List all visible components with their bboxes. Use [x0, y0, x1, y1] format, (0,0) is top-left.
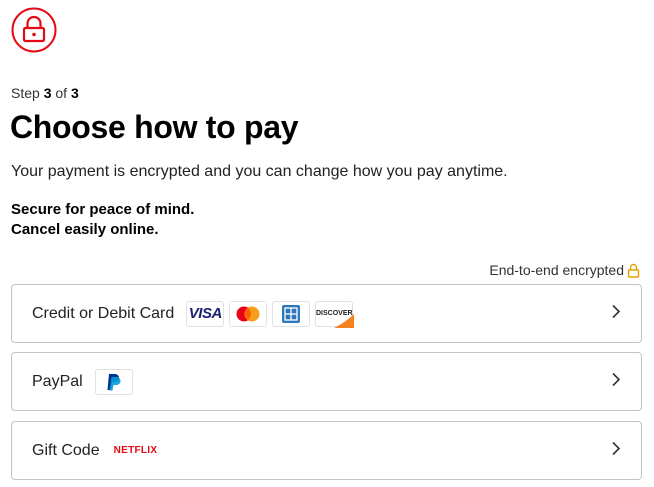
- discover-logo: DISCOVER: [315, 300, 355, 328]
- visa-logo: VISA: [186, 300, 225, 327]
- option-label: Gift Code: [32, 441, 100, 459]
- secure-message: Secure for peace of mind. Cancel easily …: [11, 200, 194, 240]
- page-title: Choose how to pay: [10, 109, 299, 145]
- option-label: Credit or Debit Card: [32, 304, 175, 322]
- encryption-note: End-to-end encrypted: [489, 262, 640, 278]
- chevron-right-icon: [611, 303, 621, 324]
- paypal-option[interactable]: PayPal: [11, 352, 642, 411]
- step-indicator: Step 3 of 3: [11, 85, 79, 101]
- netflix-logo: NETFLIX: [113, 445, 158, 456]
- encryption-label: End-to-end encrypted: [489, 262, 624, 278]
- mastercard-logo: [229, 300, 268, 327]
- option-label: PayPal: [32, 372, 83, 390]
- page-subtitle: Your payment is encrypted and you can ch…: [11, 163, 508, 180]
- padlock-icon: [627, 263, 640, 278]
- secure-line-2: Cancel easily online.: [11, 221, 159, 238]
- paypal-logo: [94, 368, 133, 395]
- amex-logo: [272, 300, 311, 327]
- gift-code-option[interactable]: Gift Code NETFLIX: [11, 421, 642, 480]
- chevron-right-icon: [611, 440, 621, 461]
- chevron-right-icon: [611, 371, 621, 392]
- secure-line-1: Secure for peace of mind.: [11, 201, 195, 218]
- credit-debit-card-option[interactable]: Credit or Debit Card VISA DISCOVER: [11, 284, 642, 343]
- lock-circle-icon: [11, 7, 57, 53]
